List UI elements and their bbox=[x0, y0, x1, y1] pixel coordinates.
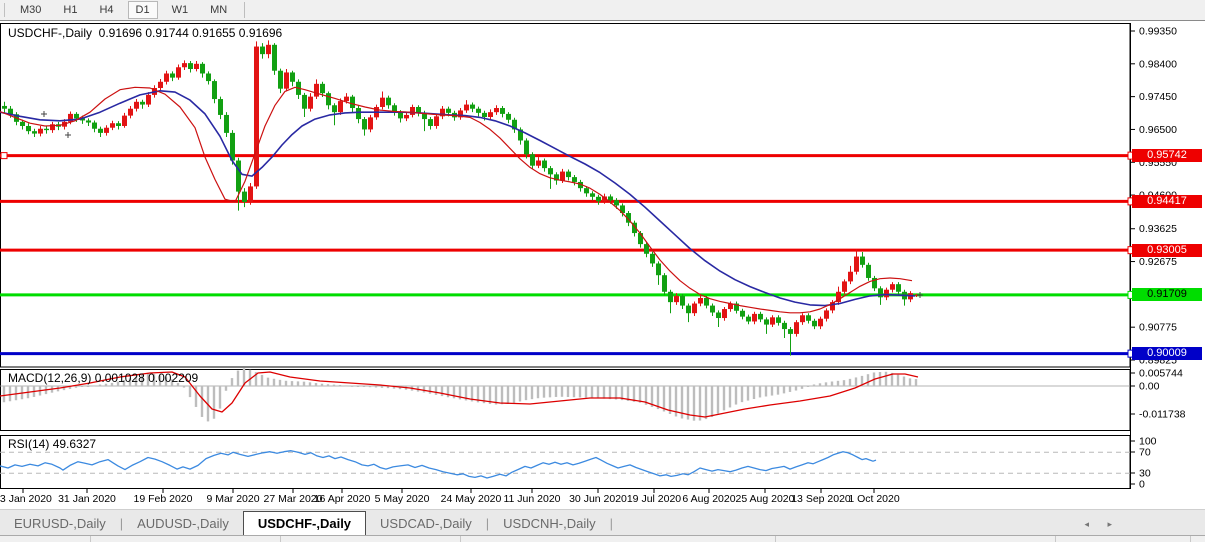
rsi-label: RSI(14) 49.6327 bbox=[8, 437, 96, 451]
date-axis-label: 1 Oct 2020 bbox=[848, 493, 900, 505]
rsi-name: RSI(14) bbox=[8, 437, 49, 451]
price-axis-label: 0.97450 bbox=[1139, 91, 1177, 103]
date-axis-label: 9 Mar 2020 bbox=[206, 493, 259, 505]
tab-usdcnh[interactable]: USDCNH-,Daily bbox=[489, 512, 609, 536]
tab-scroll-arrows[interactable]: ◂ ▸ bbox=[1084, 519, 1120, 530]
status-bar-divider bbox=[775, 536, 776, 542]
macd-axis-label: 0.005744 bbox=[1139, 368, 1183, 380]
tab-audusd[interactable]: AUDUSD-,Daily bbox=[123, 512, 243, 536]
price-badge-0.90009[interactable]: 0.90009 bbox=[1132, 347, 1202, 360]
date-axis-label: 25 Aug 2020 bbox=[736, 493, 795, 505]
price-axis-label: 0.99350 bbox=[1139, 26, 1177, 38]
date-axis-label: 24 May 2020 bbox=[441, 493, 502, 505]
price-badge-0.93005[interactable]: 0.93005 bbox=[1132, 244, 1202, 257]
timeframe-toolbar: M30 H1 H4 D1 W1 MN bbox=[0, 0, 1205, 21]
status-bar-divider bbox=[460, 536, 461, 542]
timeframe-button-m30[interactable]: M30 bbox=[12, 1, 49, 19]
tab-usdcad[interactable]: USDCAD-,Daily bbox=[366, 512, 486, 536]
tab-usdchf[interactable]: USDCHF-,Daily bbox=[243, 511, 366, 536]
date-axis-label: 16 Apr 2020 bbox=[314, 493, 371, 505]
toolbar-separator bbox=[244, 2, 245, 18]
price-axis-label: 0.93625 bbox=[1139, 223, 1177, 235]
price-axis-label: 0.96500 bbox=[1139, 124, 1177, 136]
date-axis-label: 11 Jun 2020 bbox=[503, 493, 560, 505]
status-bar-divider bbox=[280, 536, 281, 542]
rsi-axis-label: 0 bbox=[1139, 479, 1145, 491]
timeframe-button-w1[interactable]: W1 bbox=[164, 1, 197, 19]
status-bar-divider bbox=[90, 536, 91, 542]
price-badge-0.91709[interactable]: 0.91709 bbox=[1132, 288, 1202, 301]
status-bar-divider bbox=[1055, 536, 1056, 542]
date-axis-label: 6 Aug 2020 bbox=[682, 493, 735, 505]
timeframe-button-h4[interactable]: H4 bbox=[91, 1, 121, 19]
tab-eurusd[interactable]: EURUSD-,Daily bbox=[0, 512, 120, 536]
macd-axis-label: 0.00 bbox=[1139, 381, 1160, 393]
status-bar-divider bbox=[1190, 536, 1191, 542]
price-axis-label: 0.90775 bbox=[1139, 322, 1177, 334]
panel-frames bbox=[0, 21, 1205, 541]
price-badge-0.95742[interactable]: 0.95742 bbox=[1132, 149, 1202, 162]
rsi-value: 49.6327 bbox=[53, 437, 96, 451]
tab-separator: | bbox=[610, 516, 613, 536]
macd-value-signal: 0.002209 bbox=[148, 371, 198, 385]
ohlc-readout: 0.91696 0.91744 0.91655 0.91696 bbox=[99, 26, 283, 40]
toolbar-clipped-button[interactable] bbox=[0, 3, 5, 17]
price-axis-label: 0.98400 bbox=[1139, 58, 1177, 70]
timeframe-button-d1[interactable]: D1 bbox=[128, 1, 158, 19]
date-axis-label: 13 Sep 2020 bbox=[791, 493, 851, 505]
macd-label: MACD(12,26,9) 0.001028 0.002209 bbox=[8, 371, 198, 385]
date-axis-label: 19 Feb 2020 bbox=[134, 493, 193, 505]
date-axis-label: 19 Jul 2020 bbox=[627, 493, 681, 505]
macd-name: MACD(12,26,9) bbox=[8, 371, 91, 385]
macd-value-main: 0.001028 bbox=[95, 371, 145, 385]
line-handle bbox=[1, 153, 7, 159]
timeframe-button-h1[interactable]: H1 bbox=[55, 1, 85, 19]
date-axis-label: 13 Jan 2020 bbox=[0, 493, 52, 505]
chart-canvas[interactable]: 0.993500.984000.974500.965000.955500.946… bbox=[0, 0, 1205, 541]
symbol-tab-bar: EURUSD-,Daily | AUDUSD-,DailyUSDCHF-,Daily… bbox=[0, 509, 1205, 536]
price-axis-label: 0.92675 bbox=[1139, 256, 1177, 268]
date-axis-label: 5 May 2020 bbox=[375, 493, 430, 505]
date-axis-label: 31 Jan 2020 bbox=[58, 493, 116, 505]
rsi-axis-label: 70 bbox=[1139, 447, 1151, 459]
chart-title: USDCHF-,Daily 0.91696 0.91744 0.91655 0.… bbox=[8, 26, 282, 40]
timeframe-button-mn[interactable]: MN bbox=[202, 1, 235, 19]
macd-axis-label: -0.011738 bbox=[1139, 409, 1186, 421]
price-badge-0.94417[interactable]: 0.94417 bbox=[1132, 195, 1202, 208]
date-axis-label: 30 Jun 2020 bbox=[569, 493, 627, 505]
symbol-label: USDCHF-,Daily bbox=[8, 26, 92, 40]
